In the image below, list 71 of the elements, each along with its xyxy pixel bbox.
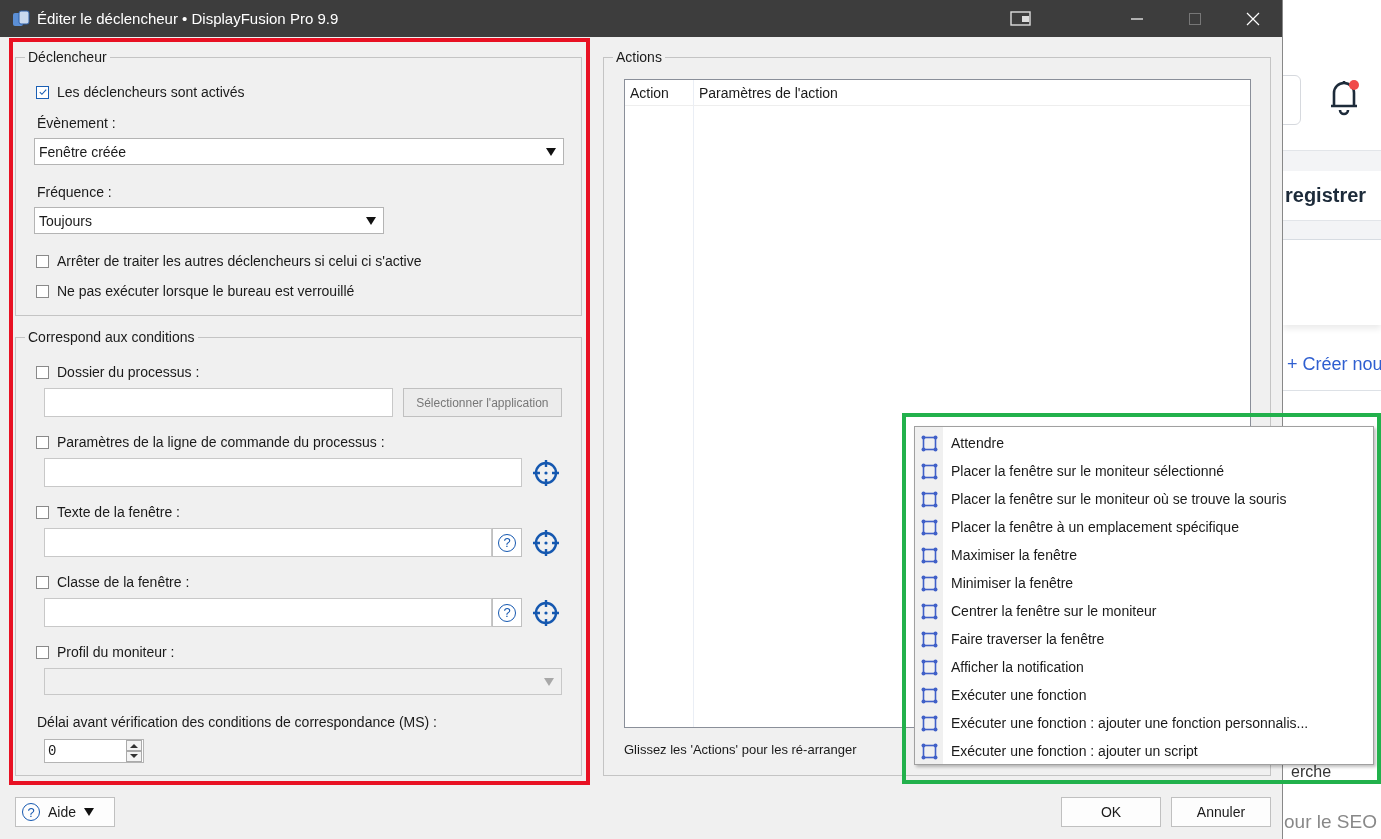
checkbox-label: Classe de la fenêtre :	[57, 574, 190, 590]
menu-item[interactable]: Exécuter une fonction	[951, 687, 1087, 703]
page-text: our le SEO	[1284, 811, 1377, 833]
checkbox-label: Ne pas exécuter lorsque le bureau est verrouillé	[57, 283, 355, 299]
menu-item[interactable]: Exécuter une fonction : ajouter une fonction personnalis...	[951, 715, 1309, 731]
dropdown[interactable]: Toujours	[34, 207, 384, 234]
text-field[interactable]	[44, 458, 522, 487]
group-title: Déclencheur	[25, 49, 110, 65]
register-button[interactable]: registrer	[1285, 184, 1367, 207]
frame-icon	[921, 630, 938, 648]
help-button[interactable]: ?	[492, 598, 522, 627]
column-header[interactable]: Paramètres de l'action	[694, 80, 1250, 106]
menu-item[interactable]: Placer la fenêtre à un emplacement spécifique	[951, 519, 1239, 535]
ok-button[interactable]: OK	[1061, 797, 1161, 827]
frame-icon	[921, 462, 938, 480]
window-title: Éditer le déclencheur • DisplayFusion Pro 9.9	[37, 10, 340, 27]
frame-icon	[921, 574, 938, 592]
frame-icon	[921, 742, 938, 760]
checkbox[interactable]	[36, 505, 49, 519]
help-dropdown-button[interactable]: ? Aide	[15, 797, 115, 827]
menu-item[interactable]: Exécuter une fonction : ajouter un script	[951, 743, 1198, 759]
app-icon	[12, 9, 30, 28]
menu-item[interactable]: Faire traverser la fenêtre	[951, 631, 1105, 647]
bell-icon[interactable]	[1328, 78, 1360, 116]
checkbox-label: Texte de la fenêtre :	[57, 504, 180, 520]
cancel-button[interactable]: Annuler	[1171, 797, 1271, 827]
checkbox-label: Dossier du processus :	[57, 364, 200, 380]
checkbox[interactable]	[36, 85, 49, 99]
menu-item[interactable]: Centrer la fenêtre sur le moniteur	[951, 603, 1157, 619]
field-label: Délai avant vérification des conditions de correspondance (MS) :	[37, 713, 438, 732]
frame-icon	[921, 658, 938, 676]
text-field[interactable]	[44, 388, 393, 417]
column-header[interactable]: Action	[625, 80, 694, 106]
checkbox[interactable]	[36, 254, 49, 268]
help-button[interactable]: ?	[492, 528, 522, 557]
frame-icon	[921, 546, 938, 564]
text-field[interactable]	[44, 528, 492, 557]
menu-item[interactable]: Minimiser la fenêtre	[951, 575, 1074, 591]
spinner-arrows-icon[interactable]	[126, 740, 142, 762]
frame-icon	[921, 490, 938, 508]
frame-icon	[921, 714, 938, 732]
checkbox[interactable]	[36, 284, 49, 298]
number-field[interactable]: 0	[44, 739, 144, 763]
hint-text: Glissez les 'Actions' pour les ré-arranger	[624, 742, 857, 757]
caret-icon	[366, 216, 376, 225]
checkbox-label: Profil du moniteur :	[57, 644, 175, 660]
frame-icon	[921, 686, 938, 704]
field-label: Évènement :	[37, 114, 117, 133]
page-text: erche	[1291, 765, 1332, 779]
menu-item[interactable]: Placer la fenêtre sur le moniteur où se trouve la souris	[951, 491, 1287, 507]
menu-item[interactable]: Attendre	[951, 435, 1004, 451]
frame-icon	[921, 602, 938, 620]
menu-item[interactable]: Afficher la notification	[951, 659, 1084, 675]
checkbox-label: Arrêter de traiter les autres déclencheurs si celui ci s'active	[57, 253, 422, 269]
checkbox-label: Les déclencheurs sont activés	[57, 84, 245, 100]
menu-item[interactable]: Placer la fenêtre sur le moniteur sélectionné	[951, 463, 1225, 479]
checkmark-icon	[37, 87, 48, 97]
dropdown[interactable]: Fenêtre créée	[34, 138, 564, 165]
checkbox[interactable]	[36, 435, 49, 449]
group-title: Actions	[613, 49, 665, 65]
checkbox-label: Paramètres de la ligne de commande du processus :	[57, 434, 385, 450]
frame-icon	[921, 434, 938, 452]
text-field[interactable]	[44, 598, 492, 627]
checkbox[interactable]	[36, 575, 49, 589]
frame-icon	[921, 518, 938, 536]
group-title: Correspond aux conditions	[25, 329, 198, 345]
checkbox[interactable]	[36, 365, 49, 379]
caret-icon	[546, 147, 556, 156]
menu-item[interactable]: Maximiser la fenêtre	[951, 547, 1078, 563]
create-link[interactable]: + Créer nou	[1287, 354, 1381, 375]
field-label: Fréquence :	[37, 183, 113, 202]
